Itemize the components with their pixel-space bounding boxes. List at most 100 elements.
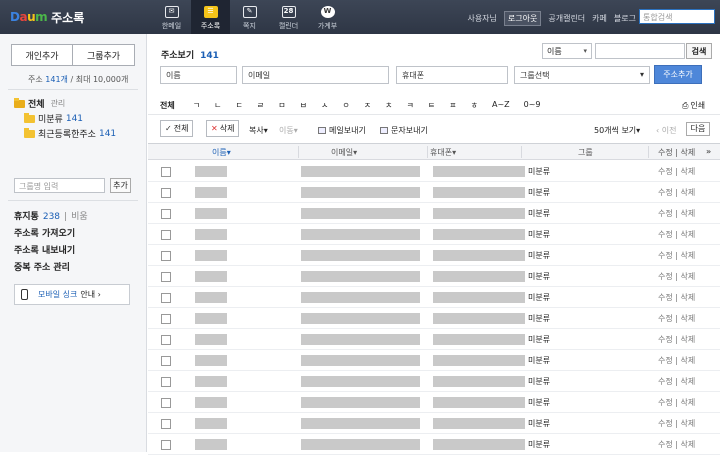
next-page-button[interactable]: 다음 xyxy=(686,122,710,136)
dedupe-link[interactable]: 중복 주소 관리 xyxy=(14,260,88,277)
table-row[interactable]: 미분류 수정 | 삭제 xyxy=(148,392,720,413)
index-letter[interactable]: ㅁ xyxy=(278,100,285,111)
index-letter[interactable]: ㅍ xyxy=(449,100,456,111)
index-letter[interactable]: ㄴ xyxy=(214,100,221,111)
row-edit-delete[interactable]: 수정 | 삭제 xyxy=(658,271,695,282)
table-row[interactable]: 미분류 수정 | 삭제 xyxy=(148,371,720,392)
expand-columns-icon[interactable]: » xyxy=(706,147,711,156)
row-checkbox[interactable] xyxy=(161,377,171,387)
index-letter[interactable]: ㅂ xyxy=(300,100,307,111)
tree-item-unclassified[interactable]: 미분류 141 xyxy=(14,111,116,126)
row-checkbox[interactable] xyxy=(161,293,171,303)
group-select[interactable]: 그룹선택 ▾ xyxy=(514,66,650,84)
daum-logo[interactable]: Daum 주소록 xyxy=(10,9,84,25)
row-edit-delete[interactable]: 수정 | 삭제 xyxy=(658,418,695,429)
index-letter[interactable]: ㅊ xyxy=(385,100,392,111)
row-edit-delete[interactable]: 수정 | 삭제 xyxy=(658,250,695,261)
row-checkbox[interactable] xyxy=(161,230,171,240)
index-letter[interactable]: ㅋ xyxy=(406,100,413,111)
search-field-select[interactable]: 이름 ▾ xyxy=(542,43,592,59)
row-edit-delete[interactable]: 수정 | 삭제 xyxy=(658,208,695,219)
row-checkbox[interactable] xyxy=(161,314,171,324)
tree-item-recent[interactable]: 최근등록한주소 141 xyxy=(14,126,116,141)
row-edit-delete[interactable]: 수정 | 삭제 xyxy=(658,355,695,366)
cafe-link[interactable]: 카페 xyxy=(592,13,607,24)
row-checkbox[interactable] xyxy=(161,440,171,450)
table-row[interactable]: 미분류 수정 | 삭제 xyxy=(148,161,720,182)
copy-dropdown[interactable]: 복사 ▾ xyxy=(249,125,268,136)
trash-link[interactable]: 휴지통 xyxy=(14,212,39,222)
index-letter[interactable]: ㄹ xyxy=(257,100,264,111)
logout-button[interactable]: 로그아웃 xyxy=(503,11,542,26)
add-address-button[interactable]: 주소추가 xyxy=(654,65,702,84)
move-dropdown[interactable]: 이동 ▾ xyxy=(279,125,298,136)
index-letter[interactable]: ㅎ xyxy=(471,100,478,111)
nav-item-calendar[interactable]: 28 캘린더 xyxy=(269,0,308,34)
print-button[interactable]: ⎙ 인쇄 xyxy=(682,100,705,111)
index-letter[interactable]: ㄱ xyxy=(193,100,200,111)
mobile-sync-button[interactable]: 모바일 싱크 안내 › xyxy=(14,284,130,305)
row-edit-delete[interactable]: 수정 | 삭제 xyxy=(658,334,695,345)
table-row[interactable]: 미분류 수정 | 삭제 xyxy=(148,350,720,371)
search-input[interactable] xyxy=(595,43,685,59)
table-row[interactable]: 미분류 수정 | 삭제 xyxy=(148,182,720,203)
import-link[interactable]: 주소록 가져오기 xyxy=(14,226,88,243)
row-edit-delete[interactable]: 수정 | 삭제 xyxy=(658,229,695,240)
row-edit-delete[interactable]: 수정 | 삭제 xyxy=(658,376,695,387)
row-checkbox[interactable] xyxy=(161,167,171,177)
index-letter[interactable]: ㅅ xyxy=(321,100,328,111)
nav-item-mail[interactable]: ✉ 한메일 xyxy=(152,0,191,34)
table-row[interactable]: 미분류 수정 | 삭제 xyxy=(148,308,720,329)
col-name[interactable]: 이름▾ xyxy=(212,147,231,158)
index-letter[interactable]: ㅈ xyxy=(364,100,371,111)
nav-item-ledger[interactable]: W 가계부 xyxy=(308,0,347,34)
select-all-button[interactable]: ✓ 전체 xyxy=(160,120,194,137)
table-row[interactable]: 미분류 수정 | 삭제 xyxy=(148,287,720,308)
row-edit-delete[interactable]: 수정 | 삭제 xyxy=(658,187,695,198)
blog-link[interactable]: 블로그 xyxy=(614,13,636,24)
manage-link[interactable]: 관리 xyxy=(51,98,66,109)
group-name-input[interactable]: 그룹명 입력 xyxy=(14,178,105,193)
email-field[interactable]: 이메일 xyxy=(242,66,389,84)
table-row[interactable]: 미분류 수정 | 삭제 xyxy=(148,224,720,245)
group-add-button[interactable]: 추가 xyxy=(110,178,131,193)
index-all[interactable]: 전체 xyxy=(160,100,175,111)
table-row[interactable]: 미분류 수정 | 삭제 xyxy=(148,203,720,224)
row-edit-delete[interactable]: 수정 | 삭제 xyxy=(658,292,695,303)
top-search-input[interactable]: 통합검색 xyxy=(639,9,715,24)
col-email[interactable]: 이메일▾ xyxy=(331,147,357,158)
row-checkbox[interactable] xyxy=(161,335,171,345)
index-letter[interactable]: 0~9 xyxy=(524,100,541,111)
table-row[interactable]: 미분류 수정 | 삭제 xyxy=(148,329,720,350)
delete-button[interactable]: ✕ 삭제 xyxy=(206,120,240,137)
row-checkbox[interactable] xyxy=(161,209,171,219)
row-edit-delete[interactable]: 수정 | 삭제 xyxy=(658,439,695,450)
public-calendar-link[interactable]: 공개캘린더 xyxy=(548,13,585,24)
row-checkbox[interactable] xyxy=(161,251,171,261)
add-group-button[interactable]: 그룹추가 xyxy=(73,44,135,66)
nav-item-address-book[interactable]: ☰ 주소록 xyxy=(191,0,230,34)
table-row[interactable]: 미분류 수정 | 삭제 xyxy=(148,266,720,287)
row-checkbox[interactable] xyxy=(161,398,171,408)
per-page-select[interactable]: 50개씩 보기▾ xyxy=(594,125,640,136)
row-edit-delete[interactable]: 수정 | 삭제 xyxy=(658,313,695,324)
index-letter[interactable]: A~Z xyxy=(492,100,510,111)
row-edit-delete[interactable]: 수정 | 삭제 xyxy=(658,166,695,177)
nav-item-memo[interactable]: ✎ 쪽지 xyxy=(230,0,269,34)
index-letter[interactable]: ㅇ xyxy=(342,100,349,111)
col-phone[interactable]: 휴대폰▾ xyxy=(430,147,456,158)
trash-row[interactable]: 휴지통 238 | 비움 xyxy=(14,209,88,226)
row-edit-delete[interactable]: 수정 | 삭제 xyxy=(658,397,695,408)
row-checkbox[interactable] xyxy=(161,356,171,366)
row-checkbox[interactable] xyxy=(161,419,171,429)
name-field[interactable]: 이름 xyxy=(160,66,237,84)
row-checkbox[interactable] xyxy=(161,272,171,282)
send-mail-button[interactable]: 메일보내기 xyxy=(318,125,366,136)
index-letter[interactable]: ㅌ xyxy=(428,100,435,111)
phone-field[interactable]: 휴대폰 xyxy=(396,66,508,84)
empty-trash-button[interactable]: 비움 xyxy=(71,212,88,222)
table-row[interactable]: 미분류 수정 | 삭제 xyxy=(148,245,720,266)
send-sms-button[interactable]: 문자보내기 xyxy=(380,125,428,136)
prev-page-button[interactable]: ‹ 이전 xyxy=(656,125,676,136)
export-link[interactable]: 주소록 내보내기 xyxy=(14,243,88,260)
